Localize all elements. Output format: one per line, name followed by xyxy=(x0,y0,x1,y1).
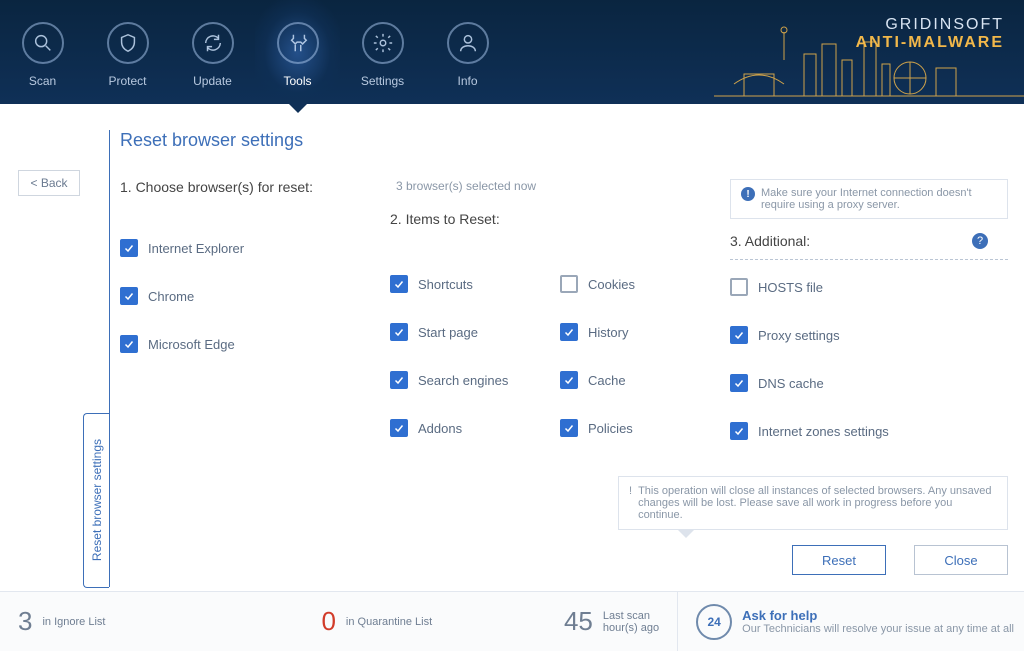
person-icon xyxy=(447,22,489,64)
checkbox-box xyxy=(390,323,408,341)
reset-item-checkbox[interactable]: Start page xyxy=(390,323,550,341)
checkbox-box xyxy=(120,287,138,305)
checkbox-box xyxy=(560,371,578,389)
content-area: Reset browser settings 1. Choose browser… xyxy=(120,130,1024,440)
nav-scan[interactable]: Scan xyxy=(0,0,85,104)
additional-item-checkbox[interactable]: DNS cache xyxy=(730,374,1008,392)
help-icon[interactable]: ? xyxy=(972,233,988,249)
refresh-icon xyxy=(192,22,234,64)
checkbox-label: Cookies xyxy=(588,277,635,292)
reset-item-checkbox[interactable]: Shortcuts xyxy=(390,275,550,293)
last-scan-status[interactable]: 45 Last scan hour(s) ago xyxy=(546,592,677,651)
checkbox-box xyxy=(390,419,408,437)
checkbox-box xyxy=(730,374,748,392)
checkbox-label: Shortcuts xyxy=(418,277,473,292)
tools-icon xyxy=(277,22,319,64)
gear-icon xyxy=(362,22,404,64)
page-title: Reset browser settings xyxy=(120,130,1024,151)
checkbox-box xyxy=(120,335,138,353)
selected-count: 3 browser(s) selected now xyxy=(390,179,720,193)
checkbox-box xyxy=(730,422,748,440)
support-24-icon: 24 xyxy=(696,604,732,640)
browser-checkbox[interactable]: Internet Explorer xyxy=(120,239,380,257)
ignore-list-status[interactable]: 3 in Ignore List xyxy=(0,592,123,651)
proxy-notice: ! Make sure your Internet connection doe… xyxy=(730,179,1008,219)
back-button[interactable]: < Back xyxy=(18,170,80,196)
step1-title: 1. Choose browser(s) for reset: xyxy=(120,179,380,195)
vertical-divider xyxy=(109,130,110,587)
nav-settings[interactable]: Settings xyxy=(340,0,425,104)
checkbox-label: DNS cache xyxy=(758,376,824,391)
step3-title: 3. Additional: xyxy=(730,233,810,249)
info-icon: ! xyxy=(741,187,755,201)
checkbox-label: Addons xyxy=(418,421,462,436)
checkbox-label: Search engines xyxy=(418,373,508,388)
checkbox-label: Internet Explorer xyxy=(148,241,244,256)
brand: GRIDINSOFT ANTI-MALWARE xyxy=(856,16,1004,52)
checkbox-label: Internet zones settings xyxy=(758,424,889,439)
nav-info[interactable]: Info xyxy=(425,0,510,104)
reset-button[interactable]: Reset xyxy=(792,545,886,575)
checkbox-label: Cache xyxy=(588,373,626,388)
nav-tools[interactable]: Tools xyxy=(255,0,340,104)
status-bar: 3 in Ignore List 0 in Quarantine List 45… xyxy=(0,591,1024,651)
checkbox-label: History xyxy=(588,325,628,340)
nav-update[interactable]: Update xyxy=(170,0,255,104)
additional-item-checkbox[interactable]: Proxy settings xyxy=(730,326,1008,344)
browser-checkbox[interactable]: Microsoft Edge xyxy=(120,335,380,353)
magnifier-icon xyxy=(22,22,64,64)
quarantine-list-status[interactable]: 0 in Quarantine List xyxy=(303,592,450,651)
checkbox-label: Policies xyxy=(588,421,633,436)
shield-icon xyxy=(107,22,149,64)
notice-pointer xyxy=(678,530,694,538)
checkbox-box xyxy=(390,371,408,389)
checkbox-box xyxy=(560,419,578,437)
checkbox-box xyxy=(560,323,578,341)
additional-item-checkbox[interactable]: HOSTS file xyxy=(730,278,1008,296)
step1-column: 1. Choose browser(s) for reset: Internet… xyxy=(120,179,380,440)
operation-warning: ! This operation will close all instance… xyxy=(618,476,1008,530)
checkbox-label: Microsoft Edge xyxy=(148,337,235,352)
checkbox-label: Chrome xyxy=(148,289,194,304)
checkbox-label: Start page xyxy=(418,325,478,340)
top-nav: Scan Protect Update Tools Settings Info xyxy=(0,0,510,104)
operation-warning-wrap: ! This operation will close all instance… xyxy=(618,476,1008,538)
checkbox-box xyxy=(390,275,408,293)
checkbox-label: HOSTS file xyxy=(758,280,823,295)
checkbox-box xyxy=(730,278,748,296)
dashed-separator xyxy=(730,259,1008,260)
reset-item-checkbox[interactable]: Cache xyxy=(560,371,720,389)
additional-item-checkbox[interactable]: Internet zones settings xyxy=(730,422,1008,440)
step2-column: 3 browser(s) selected now 2. Items to Re… xyxy=(390,179,720,440)
reset-item-checkbox[interactable]: History xyxy=(560,323,720,341)
checkbox-label: Proxy settings xyxy=(758,328,840,343)
reset-item-checkbox[interactable]: Cookies xyxy=(560,275,720,293)
reset-item-checkbox[interactable]: Policies xyxy=(560,419,720,437)
checkbox-box xyxy=(120,239,138,257)
info-icon: ! xyxy=(629,485,632,521)
app-header: Scan Protect Update Tools Settings Info … xyxy=(0,0,1024,104)
close-button[interactable]: Close xyxy=(914,545,1008,575)
nav-protect[interactable]: Protect xyxy=(85,0,170,104)
vertical-tab-reset-browser[interactable]: Reset browser settings xyxy=(83,413,109,588)
reset-item-checkbox[interactable]: Addons xyxy=(390,419,550,437)
reset-item-checkbox[interactable]: Search engines xyxy=(390,371,550,389)
browser-checkbox[interactable]: Chrome xyxy=(120,287,380,305)
step2-title: 2. Items to Reset: xyxy=(390,211,720,227)
ask-for-help[interactable]: 24 Ask for help Our Technicians will res… xyxy=(677,592,1024,651)
checkbox-box xyxy=(730,326,748,344)
step3-column: ! Make sure your Internet connection doe… xyxy=(730,179,1024,440)
checkbox-box xyxy=(560,275,578,293)
